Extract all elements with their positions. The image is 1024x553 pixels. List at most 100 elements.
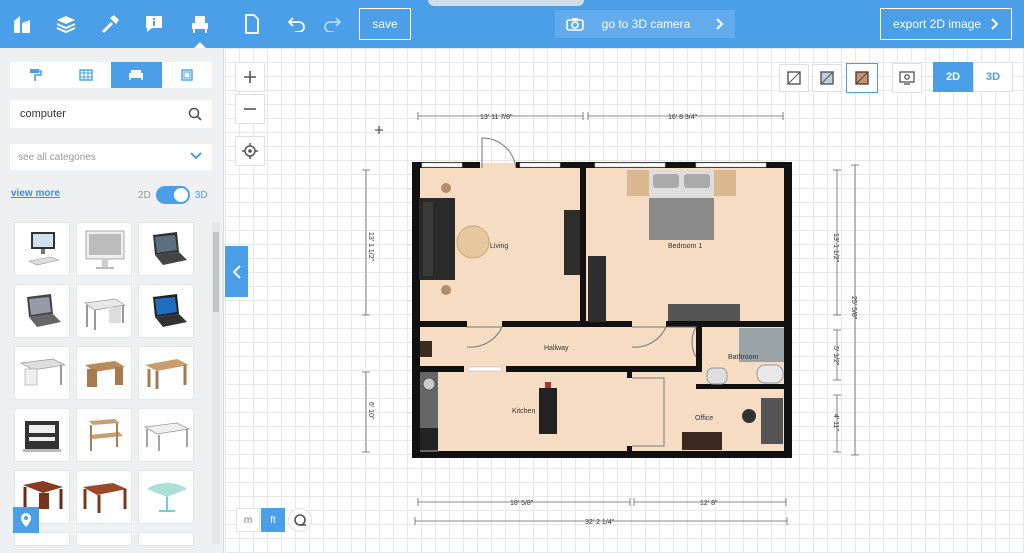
wall-office-left-2 — [627, 446, 632, 454]
furniture-sofa-icon[interactable] — [111, 62, 162, 88]
hammer-icon[interactable] — [96, 10, 124, 38]
toggle-3d-label: 3D — [194, 189, 208, 201]
wall-living-bedroom — [580, 162, 586, 322]
measure-tool-button[interactable] — [288, 508, 312, 532]
room-label-bedroom: Bedroom 1 — [668, 243, 702, 250]
top-tab-handle[interactable] — [428, 0, 584, 6]
paint-roller-icon[interactable] — [10, 62, 61, 88]
unit-ft-label: ft — [270, 514, 276, 526]
product-item[interactable] — [76, 470, 132, 524]
export-label: export 2D image — [892, 17, 982, 31]
view-more-link[interactable]: view more — [11, 188, 60, 199]
stool — [545, 382, 551, 388]
redo-icon[interactable] — [318, 10, 346, 38]
view-mode-outline-button[interactable] — [779, 64, 809, 92]
laptop-icon — [153, 232, 187, 265]
wall-hall-top-3 — [666, 321, 792, 327]
unit-feet-button[interactable]: ft — [261, 508, 285, 532]
desk-icon — [19, 358, 67, 386]
dim-bottom-right: 12' 8" — [700, 500, 718, 507]
wall-office-left-1 — [627, 366, 632, 378]
product-item[interactable] — [138, 284, 194, 338]
wall-hall-bottom-1 — [412, 366, 464, 372]
unit-meters-button[interactable]: m — [236, 508, 260, 532]
save-button[interactable]: save — [359, 8, 411, 40]
go-to-3d-camera-button[interactable]: go to 3D camera — [555, 10, 735, 38]
dresser — [588, 256, 606, 322]
product-item[interactable] — [14, 532, 70, 546]
scrollbar-thumb[interactable] — [213, 232, 219, 312]
new-file-icon[interactable] — [238, 10, 266, 38]
dim-right-lower: 4' 11" — [832, 414, 839, 431]
wooden-desk-icon — [83, 483, 127, 513]
category-select[interactable]: see all categories — [10, 144, 212, 170]
furniture-chair-icon[interactable] — [186, 10, 214, 48]
dim-right-total: 25' 5/8" — [850, 296, 857, 320]
product-item[interactable] — [138, 470, 194, 524]
minus-icon — [244, 108, 256, 110]
dim-bottom-total: 32' 2 1/4" — [585, 519, 615, 526]
product-item[interactable] — [14, 284, 70, 338]
dim-top-right: 16' 8 3/4" — [668, 114, 698, 121]
product-item[interactable] — [138, 408, 194, 462]
product-item[interactable] — [76, 222, 132, 276]
product-item[interactable] — [76, 346, 132, 400]
bench — [668, 304, 740, 321]
sidebar-scrollbar[interactable] — [212, 222, 220, 544]
wall-bottom — [412, 451, 792, 458]
product-item[interactable] — [76, 408, 132, 462]
undo-icon[interactable] — [283, 10, 311, 38]
search-input[interactable]: computer — [20, 108, 66, 120]
info-icon[interactable] — [140, 10, 168, 38]
plus-icon — [244, 71, 256, 83]
window-frame-icon[interactable] — [162, 62, 213, 88]
zoom-out-button[interactable] — [235, 94, 265, 124]
top-toolbar: save go to 3D camera export 2D image — [0, 0, 1024, 48]
window — [519, 162, 561, 168]
room-label-office: Office — [695, 415, 713, 422]
product-item[interactable] — [14, 346, 70, 400]
build-rooms-icon[interactable] — [8, 10, 36, 38]
tv-console — [564, 210, 580, 275]
recenter-button[interactable] — [235, 136, 265, 166]
dim-left-upper: 13' 1 1/2" — [367, 232, 374, 262]
view-mode-shaded-button[interactable] — [812, 64, 842, 92]
catalog-sidebar: computer see all categories view more 2D… — [0, 48, 224, 553]
chevron-down-icon — [190, 152, 202, 160]
floor-plan[interactable]: Living Bedroom 1 Hallway Bathroom Kitche… — [340, 100, 880, 540]
catalog-tabs — [10, 62, 212, 88]
search-field[interactable]: computer — [10, 100, 212, 128]
glass-desk-icon — [143, 422, 191, 451]
search-icon — [188, 107, 202, 121]
flooring-icon[interactable] — [61, 62, 112, 88]
zoom-in-button[interactable] — [235, 62, 265, 92]
2d-3d-toggle[interactable]: 2D 3D — [138, 186, 208, 204]
layers-icon[interactable] — [52, 10, 80, 38]
dim-left-lower: 6' 10" — [367, 402, 374, 420]
location-pin-button[interactable] — [13, 507, 39, 533]
mode-2d-button[interactable]: 2D — [933, 62, 973, 92]
wall-right — [784, 162, 792, 457]
product-item[interactable] — [14, 408, 70, 462]
hall-cabinet — [420, 341, 432, 357]
side-table — [441, 285, 451, 295]
product-item[interactable] — [14, 222, 70, 276]
toggle-switch[interactable] — [155, 186, 190, 204]
wall-hall-top-1 — [412, 321, 467, 327]
imac-monitor-icon — [85, 230, 125, 269]
view-mode-textured-button[interactable] — [846, 63, 878, 93]
mode-3d-button[interactable]: 3D — [973, 62, 1013, 92]
display-settings-button[interactable] — [892, 63, 922, 93]
room-label-hallway: Hallway — [544, 345, 569, 352]
blanket — [649, 198, 714, 240]
product-item[interactable] — [138, 346, 194, 400]
product-item[interactable] — [138, 222, 194, 276]
product-item[interactable] — [138, 532, 194, 546]
monitor-settings-icon — [899, 71, 915, 85]
wooden-desk-icon — [145, 359, 189, 389]
wall-left — [412, 162, 420, 457]
product-item[interactable] — [76, 532, 132, 546]
export-2d-image-button[interactable]: export 2D image — [880, 8, 1012, 40]
product-item[interactable] — [76, 284, 132, 338]
collapse-sidebar-button[interactable] — [225, 246, 248, 297]
